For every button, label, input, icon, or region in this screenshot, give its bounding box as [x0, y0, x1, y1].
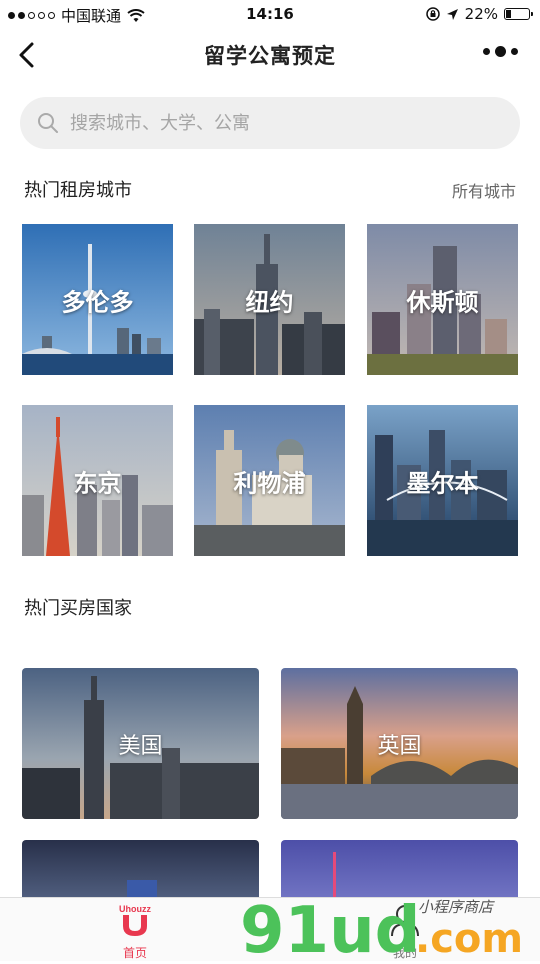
search-icon: [38, 113, 58, 133]
battery-icon: [504, 8, 533, 20]
city-name: 多伦多: [61, 288, 134, 316]
rent-section-title: 热门租房城市: [24, 180, 132, 201]
more-dot-icon: [483, 48, 490, 55]
country-tile-uk[interactable]: 英国: [281, 668, 518, 819]
more-dot-icon: [511, 48, 518, 55]
city-tile-tokyo[interactable]: 东京: [22, 405, 173, 556]
page-title: 留学公寓预定: [204, 44, 336, 68]
logo-text: Uhouzz: [119, 904, 151, 914]
battery-percent: 22%: [464, 5, 498, 23]
more-menu-button[interactable]: [483, 46, 518, 57]
city-name: 东京: [73, 469, 122, 497]
country-name: 美国: [118, 733, 163, 759]
city-name: 墨尔本: [406, 469, 479, 497]
tab-home[interactable]: Uhouzz 首页: [95, 902, 175, 961]
country-name: 英国: [377, 733, 422, 759]
status-bar: 中国联通 14:16 22%: [0, 0, 540, 28]
tab-mine[interactable]: 我的: [365, 902, 445, 961]
city-tile-liverpool[interactable]: 利物浦: [194, 405, 345, 556]
city-name: 休斯顿: [406, 288, 479, 316]
city-tile-new-york[interactable]: 纽约: [194, 224, 345, 375]
city-name: 纽约: [245, 288, 294, 316]
country-tile-usa[interactable]: 美国: [22, 668, 259, 819]
search-bar[interactable]: [20, 97, 520, 149]
buy-section-title: 热门买房国家: [24, 598, 132, 619]
orientation-lock-icon: [425, 7, 440, 21]
location-arrow-icon: [446, 8, 458, 20]
city-name: 利物浦: [233, 469, 306, 497]
more-dot-icon: [495, 46, 506, 57]
tab-bar: Uhouzz 首页 我的: [0, 897, 540, 961]
country-tile[interactable]: [281, 840, 518, 897]
nav-bar: 留学公寓预定: [0, 28, 540, 84]
city-tile-houston[interactable]: 休斯顿: [367, 224, 518, 375]
tab-home-label: 首页: [122, 946, 147, 960]
search-input[interactable]: [68, 107, 502, 139]
country-photo: [281, 840, 518, 897]
all-cities-link[interactable]: 所有城市: [452, 178, 516, 202]
country-tile[interactable]: [22, 840, 259, 897]
user-icon: [391, 905, 419, 937]
city-tile-toronto[interactable]: 多伦多: [22, 224, 173, 375]
uhouzz-logo-icon: Uhouzz: [119, 904, 151, 936]
city-tile-melbourne[interactable]: 墨尔本: [367, 405, 518, 556]
country-photo: [22, 840, 259, 897]
tab-mine-label: 我的: [392, 946, 417, 960]
